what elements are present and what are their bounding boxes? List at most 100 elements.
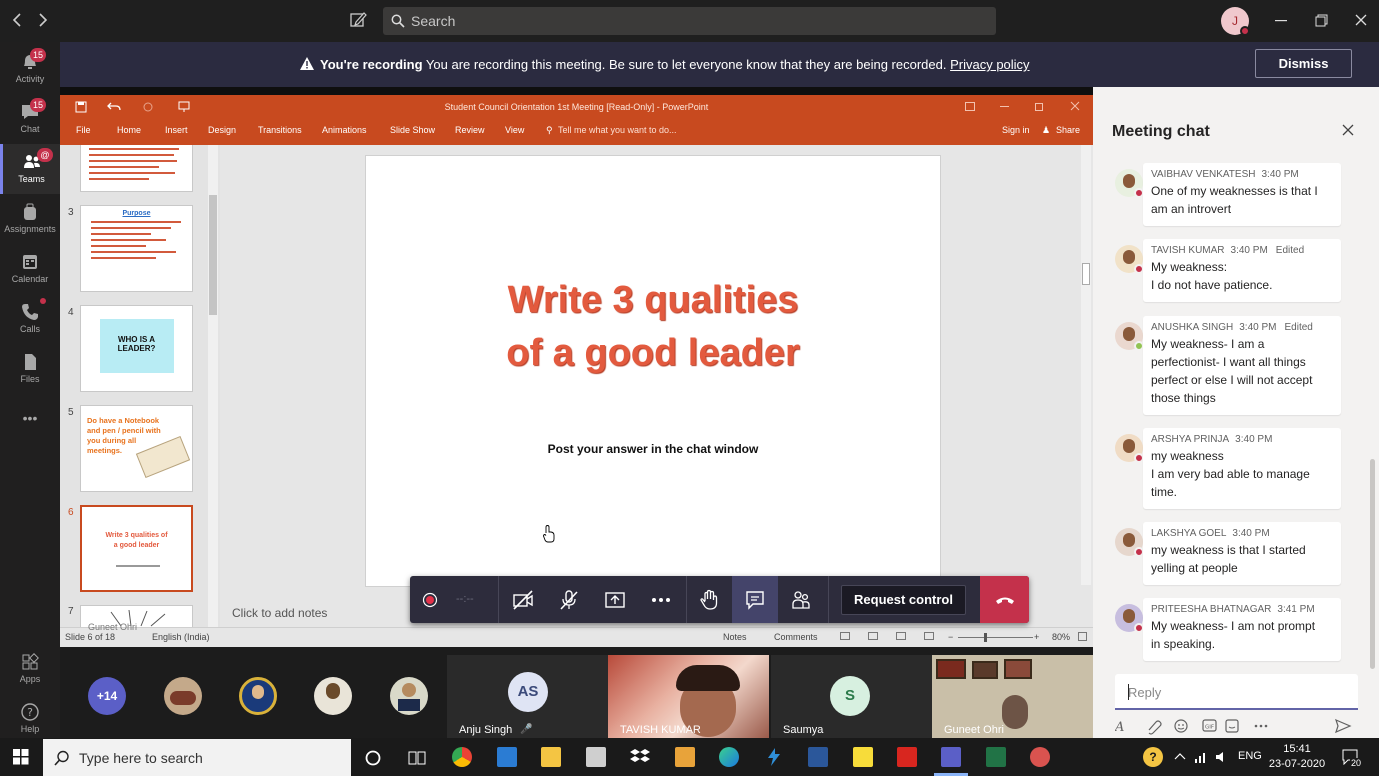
rail-item-more[interactable]: •••: [0, 404, 60, 434]
ribbon-tab-view[interactable]: View: [505, 125, 524, 135]
rail-item-files[interactable]: Files: [0, 344, 60, 394]
mic-off-button[interactable]: [546, 576, 592, 623]
acrobat-icon[interactable]: [897, 747, 917, 767]
normal-view-icon[interactable]: [840, 632, 850, 640]
video-tile[interactable]: S Saumya: [771, 655, 932, 738]
rail-item-teams[interactable]: @ Teams: [0, 144, 60, 194]
rail-item-chat[interactable]: 15 Chat: [0, 94, 60, 144]
ribbon-tab-home[interactable]: Home: [117, 125, 141, 135]
outlook-icon[interactable]: [675, 747, 695, 767]
video-tile[interactable]: Guneet Ohri: [932, 655, 1093, 738]
rail-item-activity[interactable]: 15 Activity: [0, 44, 60, 94]
lightning-app-icon[interactable]: [764, 747, 784, 767]
ribbon-tab-slideshow[interactable]: Slide Show: [390, 125, 435, 135]
raise-hand-button[interactable]: [686, 576, 732, 623]
task-view-icon[interactable]: [408, 749, 426, 767]
camera-off-button[interactable]: [500, 576, 546, 623]
sign-in-link[interactable]: Sign in: [1002, 125, 1030, 135]
rail-item-apps[interactable]: Apps: [0, 644, 60, 694]
ppt-minimize-icon[interactable]: [1000, 106, 1010, 108]
thumb-slide-6-selected[interactable]: Write 3 qualities of a good leader: [80, 505, 193, 592]
ribbon-display-icon[interactable]: [965, 102, 975, 111]
request-control-button[interactable]: Request control: [841, 585, 966, 615]
ribbon-tab-animations[interactable]: Animations: [322, 125, 367, 135]
sorter-view-icon[interactable]: [868, 632, 878, 640]
thumb-slide-3[interactable]: Purpose: [80, 205, 193, 292]
ribbon-tab-insert[interactable]: Insert: [165, 125, 188, 135]
thumb-slide-2[interactable]: [80, 145, 193, 192]
zoom-level[interactable]: 80%: [1052, 632, 1070, 642]
app-icon[interactable]: [1030, 747, 1050, 767]
store-icon[interactable]: [586, 747, 606, 767]
word-icon[interactable]: [808, 747, 828, 767]
show-participants-button[interactable]: [778, 576, 824, 623]
sticky-notes-icon[interactable]: [853, 747, 873, 767]
zoom-slider[interactable]: [958, 637, 1033, 638]
thumb-slide-5[interactable]: Do have a Notebook and pen / pencil with…: [80, 405, 193, 492]
zoom-in-icon[interactable]: +: [1034, 632, 1039, 642]
file-explorer-icon[interactable]: [541, 747, 561, 767]
forward-icon[interactable]: [36, 12, 50, 28]
ppt-close-icon[interactable]: [1070, 101, 1080, 111]
chrome-icon[interactable]: [452, 747, 472, 767]
comments-toggle[interactable]: Comments: [774, 632, 818, 642]
dropbox-icon[interactable]: [630, 747, 650, 767]
close-window-icon[interactable]: [1355, 14, 1367, 26]
rail-item-calls[interactable]: Calls: [0, 294, 60, 344]
overflow-participants[interactable]: +14: [88, 677, 126, 715]
hang-up-button[interactable]: [980, 576, 1029, 623]
help-tray-icon[interactable]: ?: [1143, 747, 1163, 767]
share-screen-button[interactable]: [592, 576, 638, 623]
slide-scrollbar[interactable]: [1081, 145, 1091, 585]
share-button[interactable]: Share: [1056, 125, 1080, 135]
ribbon-tab-design[interactable]: Design: [208, 125, 236, 135]
compose-icon[interactable]: [349, 11, 367, 29]
taskbar-search[interactable]: Type here to search: [43, 739, 351, 776]
input-language[interactable]: ENG: [1238, 750, 1262, 762]
cortana-icon[interactable]: [364, 749, 382, 767]
reply-input[interactable]: Reply: [1115, 674, 1358, 710]
video-tile[interactable]: AS Anju Singh 🎤: [447, 655, 608, 738]
windows-start-icon[interactable]: [13, 749, 29, 765]
notes-toggle[interactable]: Notes: [723, 632, 747, 642]
back-icon[interactable]: [10, 12, 24, 28]
video-tile[interactable]: TAVISH KUMAR: [608, 655, 769, 738]
ppt-restore-icon[interactable]: [1035, 101, 1045, 111]
reading-view-icon[interactable]: [896, 632, 906, 640]
ribbon-tab-transitions[interactable]: Transitions: [258, 125, 302, 135]
more-actions-button[interactable]: [638, 576, 684, 623]
slideshow-view-icon[interactable]: [924, 632, 934, 640]
tray-chevron-icon[interactable]: [1174, 752, 1186, 760]
minimize-icon[interactable]: [1275, 20, 1287, 22]
edge-icon[interactable]: [719, 747, 739, 767]
volume-icon[interactable]: [1215, 750, 1229, 764]
tell-me-box[interactable]: Tell me what you want to do...: [558, 125, 677, 135]
privacy-policy-link[interactable]: Privacy policy: [950, 57, 1029, 72]
close-chat-icon[interactable]: [1342, 124, 1354, 136]
zoom-out-icon[interactable]: −: [948, 632, 953, 642]
network-icon[interactable]: [1194, 750, 1208, 764]
rail-item-assignments[interactable]: Assignments: [0, 194, 60, 244]
participant-avatar[interactable]: [390, 677, 428, 715]
show-conversation-button[interactable]: [732, 576, 778, 623]
chat-scrollbar[interactable]: [1370, 459, 1375, 669]
rail-item-help[interactable]: ? Help: [0, 694, 60, 738]
thumb-slide-4[interactable]: WHO IS A LEADER?: [80, 305, 193, 392]
ribbon-tab-file[interactable]: File: [76, 125, 91, 135]
taskbar-clock[interactable]: 15:41 23-07-2020: [1262, 742, 1332, 772]
mail-icon[interactable]: [497, 747, 517, 767]
notes-placeholder[interactable]: Click to add notes: [232, 606, 327, 620]
search-input[interactable]: Search: [383, 7, 996, 35]
restore-icon[interactable]: [1315, 14, 1328, 27]
thumbnail-scrollbar[interactable]: [208, 145, 218, 627]
participant-avatar[interactable]: [164, 677, 202, 715]
participant-avatar[interactable]: [314, 677, 352, 715]
rail-item-calendar[interactable]: Calendar: [0, 244, 60, 294]
participant-avatar[interactable]: [239, 677, 277, 715]
zoom-slider-thumb[interactable]: [984, 633, 987, 642]
excel-icon[interactable]: [986, 747, 1006, 767]
ribbon-tab-review[interactable]: Review: [455, 125, 485, 135]
teams-taskbar-icon[interactable]: [941, 747, 961, 767]
dismiss-button[interactable]: Dismiss: [1255, 49, 1352, 78]
fit-slide-icon[interactable]: [1078, 632, 1087, 641]
